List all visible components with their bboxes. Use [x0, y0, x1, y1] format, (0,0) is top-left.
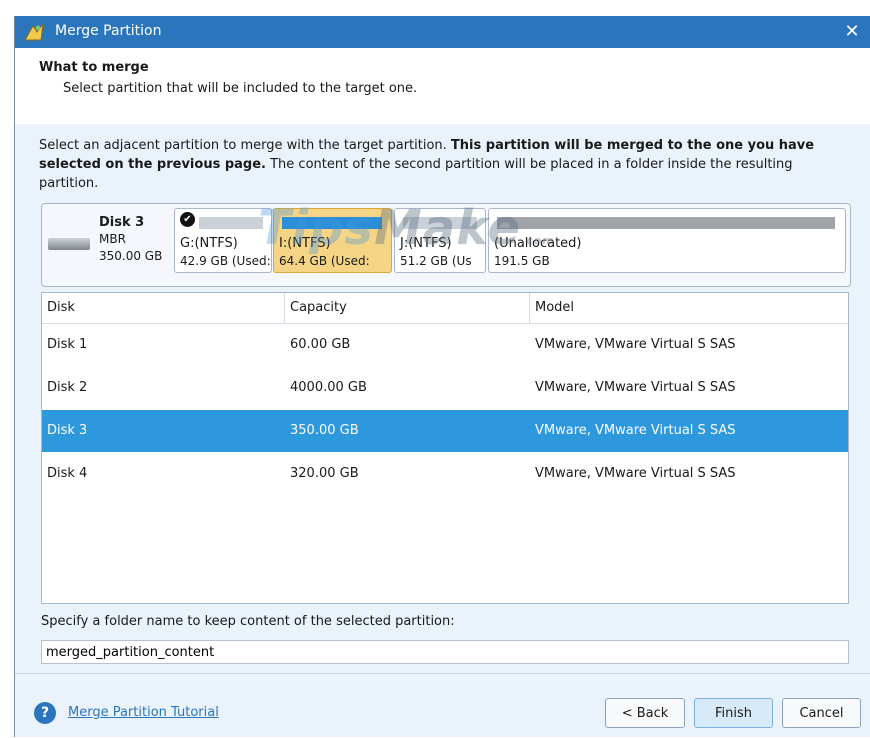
partition-usage-bar — [497, 217, 835, 229]
wizard-content: Select an adjacent partition to merge wi… — [15, 124, 870, 737]
disk-size: 350.00 GB — [99, 249, 163, 263]
instruction-text: Select an adjacent partition to merge wi… — [39, 136, 839, 193]
back-button[interactable]: < Back — [605, 698, 685, 728]
partition-name: I:(NTFS) — [279, 236, 331, 251]
cell-model: VMware, VMware Virtual S SAS — [535, 466, 736, 481]
cell-model: VMware, VMware Virtual S SAS — [535, 380, 736, 395]
partition-size: 191.5 GB — [494, 254, 550, 268]
disk-info: Disk 3 MBR 350.00 GB — [48, 208, 174, 274]
column-header-disk[interactable]: Disk — [47, 300, 75, 315]
table-row[interactable]: Disk 2 4000.00 GB VMware, VMware Virtual… — [42, 367, 848, 409]
column-divider[interactable] — [284, 293, 285, 323]
partition-usage-bar — [199, 217, 263, 229]
partition-size: 51.2 GB (Us — [400, 254, 472, 268]
disk-type: MBR — [99, 232, 126, 246]
wizard-footer: ? Merge Partition Tutorial < Back Finish… — [15, 673, 870, 738]
cell-capacity: 60.00 GB — [290, 337, 351, 352]
partition-name: J:(NTFS) — [400, 236, 452, 251]
step-subtitle: Select partition that will be included t… — [63, 81, 418, 96]
column-divider[interactable] — [529, 293, 530, 323]
cell-disk: Disk 1 — [47, 337, 88, 352]
cell-capacity: 320.00 GB — [290, 466, 359, 481]
step-title: What to merge — [39, 60, 149, 75]
partition-usage-bar — [403, 217, 477, 229]
cell-disk: Disk 2 — [47, 380, 88, 395]
cell-disk: Disk 4 — [47, 466, 88, 481]
disk-map: Disk 3 MBR 350.00 GB ✔ G:(NTFS) 42.9 GB … — [41, 203, 851, 287]
cancel-button[interactable]: Cancel — [782, 698, 861, 728]
hard-disk-icon — [48, 238, 90, 250]
cell-model: VMware, VMware Virtual S SAS — [535, 337, 736, 352]
folder-name-label: Specify a folder name to keep content of… — [41, 614, 455, 629]
merge-partition-dialog: Merge Partition ✕ What to merge Select p… — [14, 16, 870, 737]
partition-j[interactable]: J:(NTFS) 51.2 GB (Us — [394, 208, 486, 273]
disk-name: Disk 3 — [99, 215, 145, 230]
finish-button[interactable]: Finish — [694, 698, 773, 728]
checkmark-icon: ✔ — [180, 212, 195, 227]
partition-size: 42.9 GB (Used: — [180, 254, 271, 268]
close-button[interactable]: ✕ — [838, 18, 866, 46]
table-row[interactable]: Disk 1 60.00 GB VMware, VMware Virtual S… — [42, 324, 848, 366]
cell-disk: Disk 3 — [47, 423, 88, 438]
partition-g[interactable]: ✔ G:(NTFS) 42.9 GB (Used: — [174, 208, 272, 273]
partition-i[interactable]: I:(NTFS) 64.4 GB (Used: — [273, 208, 392, 273]
help-icon[interactable]: ? — [34, 702, 56, 724]
column-header-model[interactable]: Model — [535, 300, 574, 315]
cell-capacity: 350.00 GB — [290, 423, 359, 438]
wizard-header: What to merge Select partition that will… — [15, 48, 870, 125]
title-bar: Merge Partition ✕ — [15, 16, 870, 48]
partition-name: (Unallocated) — [494, 236, 582, 251]
disk-table: Disk Capacity Model Disk 1 60.00 GB VMwa… — [41, 292, 849, 604]
merge-partition-tutorial-link[interactable]: Merge Partition Tutorial — [68, 705, 219, 720]
cell-model: VMware, VMware Virtual S SAS — [535, 423, 736, 438]
column-header-capacity[interactable]: Capacity — [290, 300, 347, 315]
instruction-part-1: Select an adjacent partition to merge wi… — [39, 138, 451, 153]
cell-capacity: 4000.00 GB — [290, 380, 367, 395]
table-row[interactable]: Disk 4 320.00 GB VMware, VMware Virtual … — [42, 453, 848, 495]
folder-name-input[interactable] — [41, 640, 849, 664]
table-header: Disk Capacity Model — [42, 293, 848, 324]
partition-size: 64.4 GB (Used: — [279, 254, 370, 268]
table-row-selected[interactable]: Disk 3 350.00 GB VMware, VMware Virtual … — [42, 410, 848, 452]
window-title: Merge Partition — [55, 23, 162, 39]
merge-partition-app-icon — [24, 22, 44, 41]
partition-name: G:(NTFS) — [180, 236, 238, 251]
partition-usage-bar — [282, 217, 382, 229]
partition-unallocated[interactable]: (Unallocated) 191.5 GB — [488, 208, 846, 273]
